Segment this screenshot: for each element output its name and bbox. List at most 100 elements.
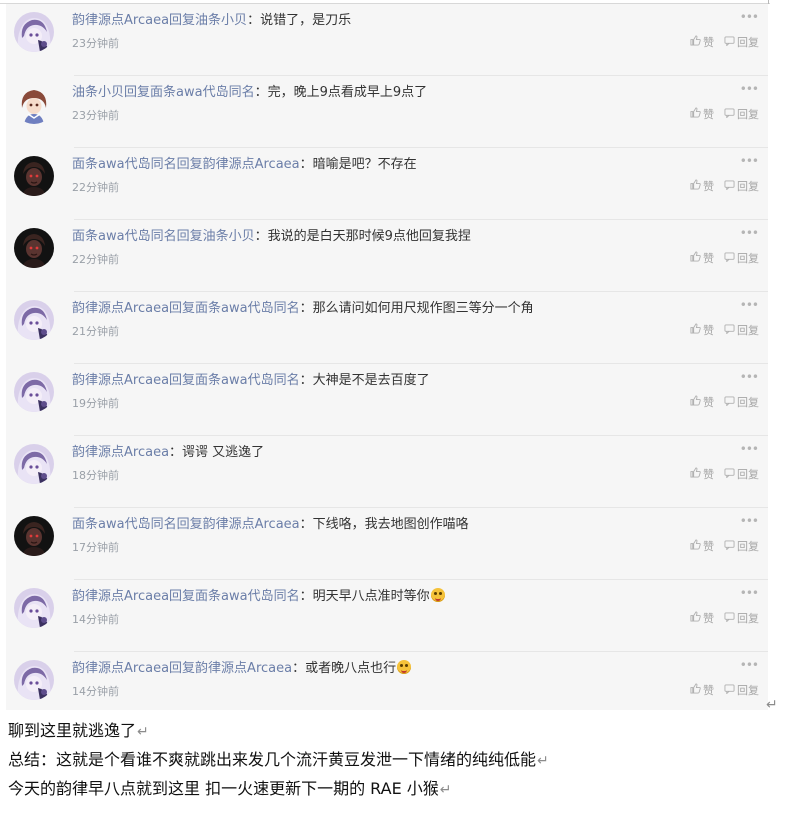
reply-action-word: 回复 (169, 301, 196, 316)
reply-label: 回复 (737, 540, 759, 553)
thumbs-up-icon (690, 467, 701, 481)
more-options-icon[interactable]: ••• (740, 10, 759, 24)
avatar[interactable] (14, 300, 54, 340)
more-options-icon[interactable]: ••• (740, 226, 759, 240)
comment-item: 韵律源点Arcaea：谔谔 又逃逸了 18分钟前 ••• 赞 回复 (6, 436, 768, 508)
reply-button[interactable]: 回复 (724, 106, 759, 122)
doc-line-1-text: 聊到这里就逃逸了 (8, 721, 137, 740)
more-options-icon[interactable]: ••• (740, 82, 759, 96)
reply-button[interactable]: 回复 (724, 394, 759, 410)
reply-action-word: 回复 (169, 589, 196, 604)
reply-button[interactable]: 回复 (724, 34, 759, 50)
more-options-icon[interactable]: ••• (740, 298, 759, 312)
reply-icon (724, 179, 735, 193)
like-button[interactable]: 赞 (690, 538, 714, 554)
more-options-icon[interactable]: ••• (740, 586, 759, 600)
thumbs-up-icon (690, 251, 701, 265)
comment-line: 韵律源点Arcaea回复油条小贝：说错了，是刀乐 (72, 12, 351, 30)
reply-target-link[interactable]: 油条小贝 (195, 13, 247, 28)
comment-text: 说错了，是刀乐 (260, 13, 352, 28)
like-button[interactable]: 赞 (690, 178, 714, 194)
reply-icon (724, 611, 735, 625)
comment-line: 油条小贝回复面条awa代岛同名：完，晚上9点看成早上9点了 (72, 84, 427, 102)
user-name-link[interactable]: 韵律源点Arcaea (72, 445, 169, 460)
like-label: 赞 (703, 36, 714, 49)
user-name-link[interactable]: 面条awa代岛同名 (72, 229, 177, 244)
reply-button[interactable]: 回复 (724, 610, 759, 626)
comment-colon: ： (247, 13, 261, 28)
like-button[interactable]: 赞 (690, 610, 714, 626)
user-name-link[interactable]: 面条awa代岛同名 (72, 517, 177, 532)
doc-line-3: 今天的韵律早八点就到这里 扣一火速更新下一期的 RAE 小猴↵ (8, 777, 452, 802)
more-options-icon[interactable]: ••• (740, 658, 759, 672)
reply-action-word: 回复 (169, 13, 196, 28)
more-options-icon[interactable]: ••• (740, 442, 759, 456)
like-button[interactable]: 赞 (690, 34, 714, 50)
avatar[interactable] (14, 588, 54, 628)
reply-button[interactable]: 回复 (724, 250, 759, 266)
reply-button[interactable]: 回复 (724, 322, 759, 338)
reply-button[interactable]: 回复 (724, 538, 759, 554)
comment-item: 韵律源点Arcaea回复面条awa代岛同名：大神是不是去百度了 19分钟前 ••… (6, 364, 768, 436)
reply-label: 回复 (737, 108, 759, 121)
thumbs-up-icon (690, 683, 701, 697)
reply-icon (724, 539, 735, 553)
reply-target-link[interactable]: 面条awa代岛同名 (150, 85, 255, 100)
user-name-link[interactable]: 韵律源点Arcaea (72, 589, 169, 604)
avatar[interactable] (14, 660, 54, 700)
reply-target-link[interactable]: 韵律源点Arcaea (195, 661, 292, 676)
like-button[interactable]: 赞 (690, 322, 714, 338)
smile-emoji-icon (430, 588, 445, 602)
avatar[interactable] (14, 372, 54, 412)
like-button[interactable]: 赞 (690, 106, 714, 122)
reply-icon (724, 107, 735, 121)
comment-text: 完，晚上9点看成早上9点了 (267, 85, 428, 100)
user-name-link[interactable]: 韵律源点Arcaea (72, 13, 169, 28)
reply-icon (724, 467, 735, 481)
like-button[interactable]: 赞 (690, 466, 714, 482)
avatar[interactable] (14, 516, 54, 556)
comment-time: 21分钟前 (72, 325, 119, 338)
paragraph-mark-icon: ↵ (537, 753, 549, 769)
user-name-link[interactable]: 韵律源点Arcaea (72, 373, 169, 388)
like-label: 赞 (703, 252, 714, 265)
comment-colon: ： (169, 445, 183, 460)
more-options-icon[interactable]: ••• (740, 154, 759, 168)
reply-label: 回复 (737, 684, 759, 697)
comment-text: 谔谔 又逃逸了 (182, 445, 265, 460)
reply-target-link[interactable]: 油条小贝 (203, 229, 255, 244)
thumbs-up-icon (690, 107, 701, 121)
thumbs-up-icon (690, 179, 701, 193)
user-name-link[interactable]: 韵律源点Arcaea (72, 661, 169, 676)
more-options-icon[interactable]: ••• (740, 370, 759, 384)
reply-target-link[interactable]: 面条awa代岛同名 (195, 301, 300, 316)
reply-target-link[interactable]: 韵律源点Arcaea (203, 157, 300, 172)
avatar[interactable] (14, 12, 54, 52)
avatar[interactable] (14, 228, 54, 268)
reply-button[interactable]: 回复 (724, 466, 759, 482)
reply-label: 回复 (737, 36, 759, 49)
comment-line: 面条awa代岛同名回复韵律源点Arcaea：下线咯，我去地图创作喵咯 (72, 516, 469, 534)
avatar[interactable] (14, 84, 54, 124)
avatar[interactable] (14, 156, 54, 196)
like-button[interactable]: 赞 (690, 682, 714, 698)
comment-item: 油条小贝回复面条awa代岛同名：完，晚上9点看成早上9点了 23分钟前 ••• … (6, 76, 768, 148)
user-name-link[interactable]: 油条小贝 (72, 85, 124, 100)
reply-icon (724, 395, 735, 409)
more-options-icon[interactable]: ••• (740, 514, 759, 528)
avatar[interactable] (14, 444, 54, 484)
like-button[interactable]: 赞 (690, 250, 714, 266)
thumbs-up-icon (690, 323, 701, 337)
user-name-link[interactable]: 韵律源点Arcaea (72, 301, 169, 316)
reply-action-word: 回复 (169, 661, 196, 676)
reply-target-link[interactable]: 面条awa代岛同名 (195, 373, 300, 388)
reply-button[interactable]: 回复 (724, 682, 759, 698)
reply-target-link[interactable]: 面条awa代岛同名 (195, 589, 300, 604)
reply-target-link[interactable]: 韵律源点Arcaea (203, 517, 300, 532)
reply-button[interactable]: 回复 (724, 178, 759, 194)
comment-text: 下线咯，我去地图创作喵咯 (312, 517, 469, 532)
reply-action-word: 回复 (176, 157, 203, 172)
user-name-link[interactable]: 面条awa代岛同名 (72, 157, 177, 172)
comment-item: 韵律源点Arcaea回复韵律源点Arcaea：或者晚八点也行 14分钟前 •••… (6, 652, 768, 724)
like-button[interactable]: 赞 (690, 394, 714, 410)
